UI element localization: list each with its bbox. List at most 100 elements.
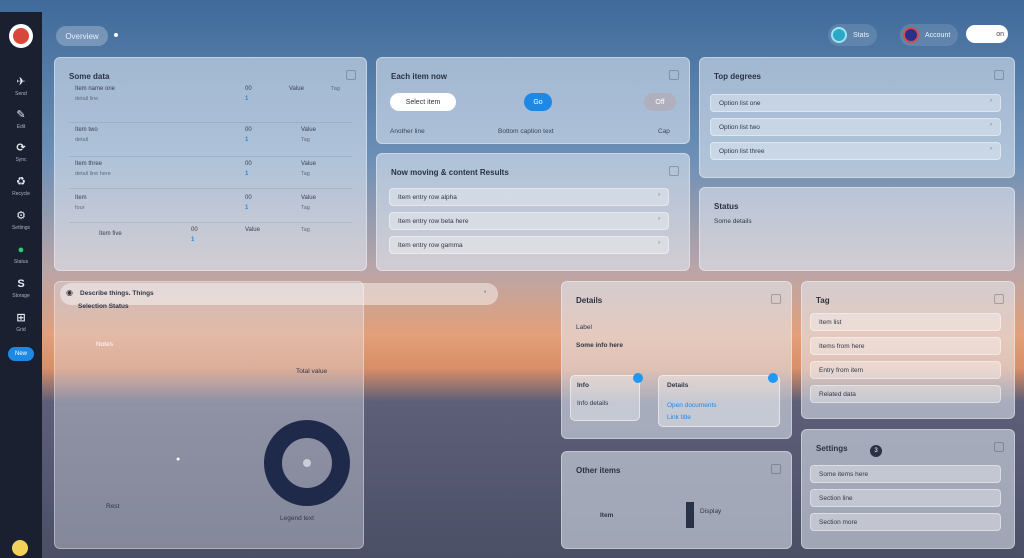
notification-toggle[interactable]: on — [966, 25, 1008, 43]
sidebar-item-storage[interactable]: S Storage — [0, 272, 42, 304]
list-item-label: Items from here — [819, 342, 865, 350]
sidebar-item-status[interactable]: ● Status — [0, 238, 42, 270]
card-title: Status — [714, 202, 739, 211]
info-box[interactable]: Info Info details — [570, 375, 640, 421]
recycle-icon: ♻ — [16, 175, 26, 188]
sidebar-item-send[interactable]: ✈ Send — [0, 70, 42, 102]
select-item-button[interactable]: Select item — [390, 93, 456, 111]
sidebar-item-recycle[interactable]: ♻ Recycle — [0, 170, 42, 202]
details-box[interactable]: Details Open documents Link title — [658, 375, 780, 427]
list-item-label: Related data — [819, 390, 856, 398]
close-icon[interactable] — [346, 70, 356, 80]
search-icon[interactable]: • — [484, 289, 486, 296]
panel-note: Notes — [96, 341, 113, 348]
cell-num: 00 — [245, 86, 252, 92]
list-item[interactable]: Related data — [810, 385, 1001, 403]
sidebar-item-grid[interactable]: ⊞ Grid — [0, 306, 42, 338]
list-item[interactable]: Entry from item — [810, 361, 1001, 379]
list-item[interactable]: Section line — [810, 489, 1001, 507]
user-avatar[interactable] — [12, 540, 28, 556]
close-icon[interactable] — [771, 464, 781, 474]
cell-tag: Tag — [301, 137, 310, 143]
list-item-label: Option list three — [719, 147, 765, 155]
list-item-label: Item list — [819, 318, 842, 326]
list-item[interactable]: Item entry row gamma › — [389, 236, 669, 254]
list-item-label: Item entry row alpha — [398, 193, 457, 201]
card-title: Details — [576, 296, 603, 305]
stats-chip[interactable]: Stats — [828, 24, 877, 46]
card-title: Now moving & content Results — [391, 168, 509, 177]
cell-value: Value — [289, 86, 304, 92]
card-title: Some data — [69, 72, 110, 81]
chevron-right-icon: › — [990, 146, 992, 152]
close-icon[interactable] — [771, 294, 781, 304]
table-row[interactable]: Item four 00 1 Value Tag — [69, 188, 352, 217]
send-icon: ✈ — [16, 75, 26, 88]
cell-name: Item five — [99, 231, 122, 237]
list-item[interactable]: Option list three › — [710, 142, 1001, 160]
list-item[interactable]: Some items here — [810, 465, 1001, 483]
sidebar-item-label: Status — [13, 258, 29, 265]
list-item[interactable]: Option list one › — [710, 94, 1001, 112]
cell-flag: 1 — [245, 96, 249, 102]
other-items-card: Other items Item Display — [561, 451, 792, 549]
sidebar-item-label: Edit — [16, 123, 26, 130]
cell-sub: detail — [75, 137, 89, 143]
close-icon[interactable] — [994, 294, 1004, 304]
account-chip[interactable]: Account — [900, 24, 959, 46]
table-row[interactable]: Item five 00 1 Value Tag — [69, 222, 352, 251]
caption-right: Cap — [658, 128, 670, 135]
close-icon[interactable] — [669, 166, 679, 176]
list-item-label: Section more — [819, 518, 858, 526]
app-logo[interactable] — [9, 24, 33, 48]
overview-tab[interactable]: Overview — [56, 26, 108, 46]
list-item[interactable]: Item entry row beta here › — [389, 212, 669, 230]
search-bar[interactable]: Describe things. Things • — [60, 283, 498, 305]
close-icon[interactable] — [994, 442, 1004, 452]
cell-value: Value — [301, 161, 316, 167]
table-row[interactable]: Item name one detail line 00 1 Value Tag — [69, 84, 352, 112]
card-title: Each item now — [391, 72, 448, 81]
info-box-text: Info details — [577, 400, 609, 407]
list-item-label: Item entry row gamma — [398, 241, 463, 249]
gear-icon: ⚙ — [16, 209, 26, 222]
cell-name: Item — [75, 195, 87, 201]
sidebar-item-sync[interactable]: ⟳ Sync — [0, 136, 42, 168]
new-button[interactable]: New — [8, 347, 34, 361]
list-item[interactable]: Item entry row alpha › — [389, 188, 669, 206]
search-text: Describe things. Things — [80, 290, 154, 297]
list-item[interactable]: Item list — [810, 313, 1001, 331]
count-badge: 3 — [870, 445, 882, 457]
card-title: Tag — [816, 296, 830, 305]
table-row[interactable]: Item two detail 00 1 Value Tag — [69, 122, 352, 151]
close-icon[interactable] — [669, 70, 679, 80]
details-box-link2[interactable]: Link title — [667, 414, 691, 421]
cell-name: Item name one — [75, 86, 116, 92]
off-button[interactable]: Off — [644, 93, 676, 111]
list-item-label: Option list two — [719, 123, 760, 131]
list-item[interactable]: Section more — [810, 513, 1001, 531]
stats-chip-label: Stats — [853, 31, 869, 39]
small-dot-icon: ● — [176, 456, 181, 463]
go-button[interactable]: Go — [524, 93, 552, 111]
cell-sub: detail line — [75, 96, 99, 102]
list-item-label: Section line — [819, 494, 853, 502]
list-item[interactable]: Option list two › — [710, 118, 1001, 136]
status-text: Some details — [714, 218, 752, 225]
sync-icon: ⟳ — [16, 141, 26, 154]
sidebar-item-edit[interactable]: ✎ Edit — [0, 103, 42, 135]
close-icon[interactable] — [994, 70, 1004, 80]
details-box-link[interactable]: Open documents — [667, 402, 717, 409]
sidebar-item-settings[interactable]: ⚙ Settings — [0, 204, 42, 236]
list-item[interactable]: Items from here — [810, 337, 1001, 355]
table-row[interactable]: Item three detail line here 00 1 Value T… — [69, 156, 352, 185]
sidebar-item-label: Storage — [12, 292, 30, 299]
radio-icon[interactable]: ◉ — [66, 288, 73, 297]
list-item-label: Entry from item — [819, 366, 864, 374]
chevron-right-icon: › — [658, 216, 660, 222]
sidebar-item-label: Sync — [15, 156, 27, 163]
legend-text: Legend text — [280, 515, 314, 522]
item-label: Item — [600, 512, 614, 519]
donut-center-dot — [303, 459, 311, 467]
cell-name: Item three — [75, 161, 103, 167]
